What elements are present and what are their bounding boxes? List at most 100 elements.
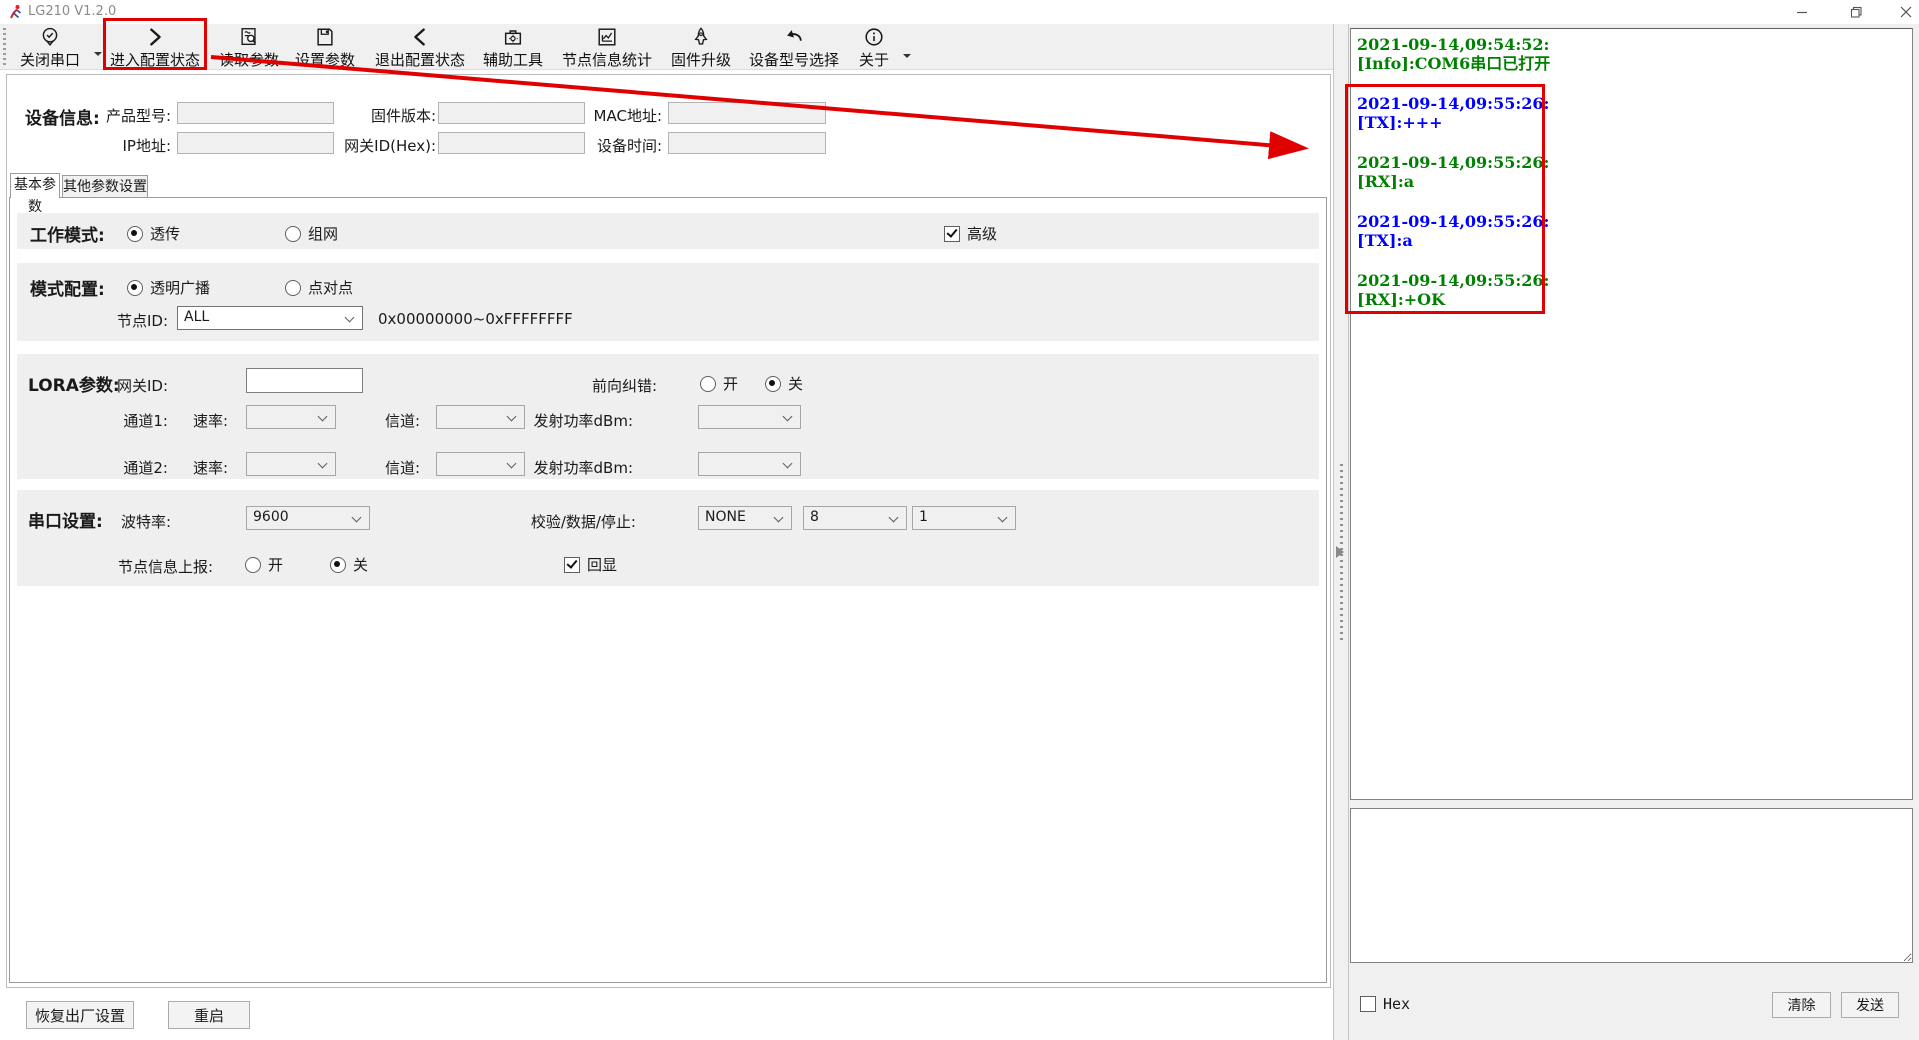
mode-config-title: 模式配置:	[30, 275, 105, 300]
log-time: 2021-09-14,09:55:26:	[1357, 271, 1906, 290]
restart-button[interactable]: 重启	[168, 1001, 250, 1029]
parity-combobox[interactable]: NONE	[698, 506, 792, 530]
toolbar-button-label: 进入配置状态	[110, 49, 200, 70]
close-button[interactable]	[1886, 2, 1919, 22]
log-output-area[interactable]: 2021-09-14,09:54:52: [Info]:COM6串口已打开 20…	[1350, 28, 1913, 800]
node-id-combobox[interactable]: ALL	[177, 306, 363, 330]
radio-selected-icon	[127, 226, 143, 242]
mac-address-field[interactable]	[668, 102, 826, 124]
work-mode-option-transparent[interactable]: 透传	[127, 223, 180, 244]
work-mode-title: 工作模式:	[30, 221, 105, 246]
radio-selected-icon	[330, 557, 346, 573]
restore-button[interactable]	[1836, 2, 1876, 22]
toolbar-button-label: 节点信息统计	[562, 49, 652, 70]
lora-params-section: LORA参数: 网关ID: 前向纠错: 开 关 通道1: 速率: 信道: 发射功…	[17, 354, 1319, 479]
combobox-value: 9600	[253, 509, 289, 525]
toolbar-button-label: 关闭串口	[20, 49, 80, 70]
radio-label: 关	[353, 554, 368, 575]
mode-option-p2p[interactable]: 点对点	[285, 277, 353, 298]
channel1-rate-combobox[interactable]	[246, 405, 336, 429]
toolbar-button-label: 设备型号选择	[749, 49, 839, 70]
checkbox-label: 高级	[967, 223, 997, 244]
toolbar-button-aux-tools[interactable]: 辅助工具	[480, 26, 546, 70]
channel2-power-label: 发射功率dBm:	[503, 457, 633, 478]
window-title: LG210 V1.2.0	[28, 4, 116, 19]
minimize-icon	[1796, 6, 1808, 18]
chart-window-icon	[596, 26, 618, 48]
field-label-gateway-id-hex: 网关ID(Hex):	[316, 135, 436, 156]
log-message: [RX]:+OK	[1357, 290, 1906, 309]
info-icon	[863, 26, 885, 48]
toolbar-button-set-params[interactable]: 设置参数	[292, 26, 358, 70]
radio-selected-icon	[765, 376, 781, 392]
toolbox-icon	[502, 26, 524, 48]
log-entry: 2021-09-14,09:55:26: [RX]:a	[1357, 153, 1906, 191]
data-bits-combobox[interactable]: 8	[803, 506, 907, 530]
lora-gateway-id-label: 网关ID:	[92, 375, 168, 396]
tab-basic-params[interactable]: 基本参数	[10, 173, 60, 198]
fec-off-radio[interactable]: 关	[765, 373, 803, 394]
save-disk-icon	[314, 26, 336, 48]
device-time-field[interactable]	[668, 132, 826, 154]
toolbar-button-read-params[interactable]: 读取参数	[216, 26, 282, 70]
node-report-label: 节点信息上报:	[103, 556, 213, 577]
about-dropdown-caret-icon[interactable]	[903, 54, 911, 58]
channel2-power-combobox[interactable]	[698, 452, 801, 476]
field-label-mac-address: MAC地址:	[542, 105, 662, 126]
combobox-value: NONE	[705, 509, 746, 525]
node-id-label: 节点ID:	[92, 310, 168, 331]
chevron-right-icon	[144, 26, 166, 48]
factory-reset-button[interactable]: 恢复出厂设置	[26, 1001, 134, 1029]
toolbar-button-exit-config[interactable]: 退出配置状态	[368, 26, 472, 70]
close-icon	[1900, 6, 1912, 18]
advanced-checkbox[interactable]: 高级	[944, 223, 997, 244]
close-serial-dropdown-caret-icon[interactable]	[94, 52, 102, 56]
toolbar-button-firmware-upgrade[interactable]: 固件升级	[668, 26, 734, 70]
hex-checkbox[interactable]: Hex	[1360, 995, 1410, 1013]
channel2-label: 通道2:	[92, 457, 168, 478]
product-model-field[interactable]	[177, 102, 334, 124]
baud-label: 波特率:	[111, 511, 171, 532]
checkbox-checked-icon	[944, 226, 960, 242]
lora-gateway-id-input[interactable]	[246, 368, 363, 393]
toolbar-button-label: 设置参数	[295, 49, 355, 70]
toolbar-button-device-model-select[interactable]: 设备型号选择	[742, 26, 846, 70]
radio-label: 点对点	[308, 277, 353, 298]
splitter-collapse-arrow-icon[interactable]	[1336, 546, 1344, 558]
toolbar-button-close-serial[interactable]: 关闭串口	[10, 26, 90, 70]
radio-label: 关	[788, 373, 803, 394]
work-mode-option-network[interactable]: 组网	[285, 223, 338, 244]
clear-button[interactable]: 清除	[1772, 992, 1831, 1018]
toolbar-button-enter-config[interactable]: 进入配置状态	[107, 26, 203, 70]
doc-search-icon	[238, 26, 260, 48]
baud-combobox[interactable]: 9600	[246, 506, 370, 530]
combobox-value: ALL	[184, 309, 209, 325]
channel1-power-combobox[interactable]	[698, 405, 801, 429]
minimize-button[interactable]	[1782, 2, 1822, 22]
fec-on-radio[interactable]: 开	[700, 373, 738, 394]
checkbox-label: Hex	[1383, 995, 1410, 1013]
tab-other-params[interactable]: 其他参数设置	[62, 175, 148, 198]
toolbar-button-about[interactable]: 关于	[852, 26, 896, 70]
rocket-icon	[690, 26, 712, 48]
node-report-off-radio[interactable]: 关	[330, 554, 368, 575]
toolbar-gripper[interactable]	[3, 28, 6, 66]
mode-option-broadcast[interactable]: 透明广播	[127, 277, 210, 298]
checkbox-checked-icon	[564, 557, 580, 573]
channel2-rate-combobox[interactable]	[246, 452, 336, 476]
ip-address-field[interactable]	[177, 132, 334, 154]
send-input-textarea[interactable]	[1350, 808, 1913, 963]
stop-bits-combobox[interactable]: 1	[912, 506, 1016, 530]
field-label-device-time: 设备时间:	[542, 135, 662, 156]
echo-checkbox[interactable]: 回显	[564, 554, 617, 575]
app-window: { "window": { "title": "LG210 V1.2.0", "…	[0, 0, 1919, 1040]
toolbar-button-node-stats[interactable]: 节点信息统计	[556, 26, 658, 70]
send-button[interactable]: 发送	[1841, 992, 1899, 1018]
channel1-rate-label: 速率:	[168, 410, 228, 431]
log-time: 2021-09-14,09:55:26:	[1357, 94, 1906, 113]
log-entry: 2021-09-14,09:55:26: [TX]:a	[1357, 212, 1906, 250]
field-label-ip-address: IP地址:	[51, 135, 171, 156]
pane-splitter[interactable]	[1333, 24, 1349, 1040]
toolbar-button-label: 关于	[859, 49, 889, 70]
node-report-on-radio[interactable]: 开	[245, 554, 283, 575]
